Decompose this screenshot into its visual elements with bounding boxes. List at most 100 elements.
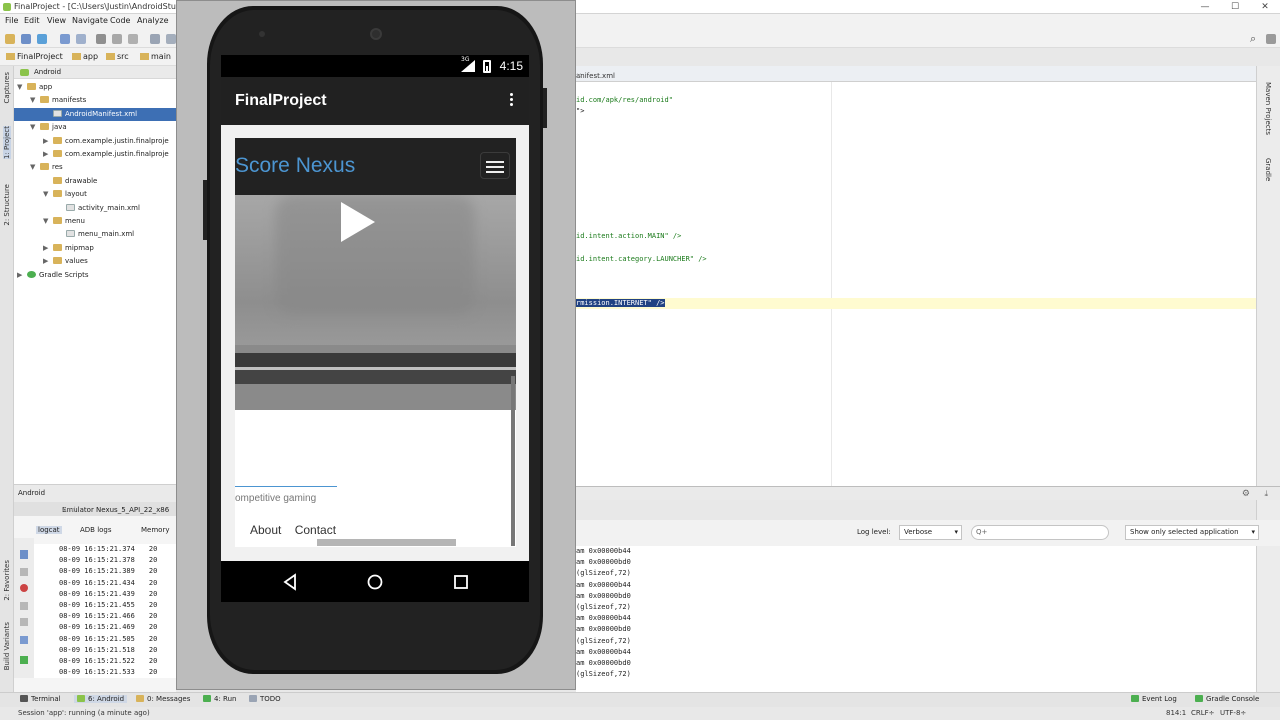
replace-icon[interactable] <box>166 34 176 44</box>
menu-edit[interactable]: Edit <box>24 16 40 25</box>
collapse-arrow-icon[interactable]: ▶ <box>43 242 53 255</box>
tree-node[interactable]: drawable <box>14 175 176 188</box>
restart-icon[interactable] <box>20 656 28 664</box>
toolwindow-terminal[interactable]: Terminal <box>20 695 61 703</box>
scroll-end-icon[interactable] <box>20 568 28 576</box>
home-icon[interactable] <box>366 573 384 591</box>
project-view-selector[interactable]: Android <box>14 66 176 79</box>
close-tab-icon[interactable]: ✕ <box>576 72 582 80</box>
tree-node[interactable]: ▶ values <box>14 255 176 268</box>
vertical-scrollbar[interactable] <box>511 376 515 546</box>
tab-logcat[interactable]: logcat <box>36 526 62 534</box>
device-selector[interactable]: Emulator Nexus_5_API_22_x86 And <box>14 502 176 516</box>
sync-icon[interactable] <box>37 34 47 44</box>
webview[interactable]: Score Nexus ompetitive gaming About Cont… <box>235 138 516 547</box>
expand-arrow-icon[interactable]: ▼ <box>43 188 53 201</box>
recents-icon[interactable] <box>452 573 470 591</box>
settings-gear-icon[interactable]: ⚙ <box>1242 489 1250 499</box>
footer-link-contact[interactable]: Contact <box>295 523 336 537</box>
expand-arrow-icon[interactable]: ▼ <box>30 161 40 174</box>
find-icon[interactable] <box>150 34 160 44</box>
menu-file[interactable]: File <box>5 16 18 25</box>
breadcrumb-project[interactable]: FinalProject <box>6 52 63 61</box>
print-icon[interactable] <box>20 636 28 644</box>
hamburger-menu-icon[interactable] <box>480 152 510 179</box>
hide-panel-icon[interactable]: ⤓ <box>1264 489 1268 499</box>
cut-icon[interactable] <box>96 34 106 44</box>
logcat-search-input[interactable]: Q+ <box>971 525 1109 540</box>
copy-icon[interactable] <box>112 34 122 44</box>
close-icon[interactable]: ✕ <box>1250 0 1280 14</box>
menu-navigate[interactable]: Navigate <box>72 16 108 25</box>
toolwindow-messages[interactable]: 0: Messages <box>136 695 190 703</box>
tab-project[interactable]: 1: Project <box>3 126 11 159</box>
paste-icon[interactable] <box>128 34 138 44</box>
collapse-arrow-icon[interactable]: ▶ <box>43 148 53 161</box>
expand-arrow-icon[interactable]: ▼ <box>30 121 40 134</box>
sdk-manager-icon[interactable] <box>1266 34 1276 44</box>
site-brand[interactable]: Score Nexus <box>235 154 355 178</box>
tree-node[interactable]: ▶ com.example.justin.finalproje <box>14 135 176 148</box>
up-icon[interactable] <box>20 602 28 610</box>
tree-node[interactable]: ▼ layout <box>14 188 176 201</box>
tab-captures[interactable]: Captures <box>3 72 11 103</box>
log-level-select[interactable]: Verbose ▾ <box>899 525 962 540</box>
toolwindow-todo[interactable]: TODO <box>249 695 281 703</box>
clear-log-icon[interactable] <box>20 550 28 559</box>
tab-adb-logs[interactable]: ADB logs <box>80 526 112 534</box>
undo-icon[interactable] <box>60 34 70 44</box>
back-icon[interactable] <box>281 573 299 591</box>
caret-position[interactable]: 814:1 <box>1166 709 1186 717</box>
redo-icon[interactable] <box>76 34 86 44</box>
breadcrumb-app[interactable]: app <box>72 52 98 61</box>
open-folder-icon[interactable] <box>5 34 15 44</box>
tab-structure[interactable]: 2: Structure <box>3 184 11 226</box>
tree-node[interactable]: menu_main.xml <box>14 228 176 241</box>
down-icon[interactable] <box>20 618 28 626</box>
stop-icon[interactable] <box>20 584 28 592</box>
tab-memory[interactable]: Memory <box>141 526 169 534</box>
tree-node[interactable]: ▶ mipmap <box>14 242 176 255</box>
toolwindow-run[interactable]: 4: Run <box>203 695 236 703</box>
code-editor[interactable]: id.com/apk/res/android" "> id.intent.act… <box>576 82 1256 486</box>
toolwindow-android[interactable]: 6: Android <box>74 695 128 703</box>
tree-node[interactable]: ▶ Gradle Scripts <box>14 269 176 282</box>
menu-code[interactable]: Code <box>110 16 130 25</box>
menu-view[interactable]: View <box>47 16 66 25</box>
collapse-arrow-icon[interactable]: ▶ <box>43 255 53 268</box>
collapse-arrow-icon[interactable]: ▶ <box>17 269 27 282</box>
tree-node[interactable]: AndroidManifest.xml <box>14 107 176 121</box>
maximize-icon[interactable]: ☐ <box>1220 0 1250 14</box>
device-screen[interactable]: 3G 4:15 FinalProject Score Nexus ompetit… <box>221 55 529 602</box>
minimize-icon[interactable]: — <box>1190 0 1220 14</box>
toolwindow-event-log[interactable]: Event Log <box>1131 695 1177 703</box>
tab-gradle[interactable]: Gradle <box>1264 158 1272 181</box>
toolwindow-gradle-console[interactable]: Gradle Console <box>1195 695 1259 703</box>
expand-arrow-icon[interactable]: ▼ <box>43 215 53 228</box>
search-everywhere-icon[interactable]: ⌕ <box>1250 32 1256 46</box>
horizontal-scrollbar[interactable] <box>317 539 456 546</box>
tree-node[interactable]: ▼ res <box>14 161 176 174</box>
collapse-arrow-icon[interactable]: ▶ <box>43 135 53 148</box>
tab-build-variants[interactable]: Build Variants <box>3 622 11 670</box>
footer-link-about[interactable]: About <box>250 523 281 537</box>
overflow-menu-icon[interactable] <box>507 93 515 109</box>
tab-favorites[interactable]: 2: Favorites <box>3 560 11 601</box>
tree-node[interactable]: ▼ menu <box>14 215 176 228</box>
tree-node[interactable]: ▼ manifests <box>14 94 176 107</box>
expand-arrow-icon[interactable]: ▼ <box>17 81 27 94</box>
save-icon[interactable] <box>21 34 31 44</box>
line-separator[interactable]: CRLF÷ <box>1191 709 1215 717</box>
menu-analyze[interactable]: Analyze <box>137 16 169 25</box>
tree-node[interactable]: ▶ com.example.justin.finalproje <box>14 148 176 161</box>
tab-maven-projects[interactable]: Maven Projects <box>1264 82 1272 135</box>
tree-node[interactable]: ▼ java <box>14 121 176 134</box>
tree-node[interactable]: ▼ app <box>14 81 176 94</box>
breadcrumb-main[interactable]: main <box>140 52 171 61</box>
play-icon[interactable] <box>335 200 379 244</box>
breadcrumb-src[interactable]: src <box>106 52 129 61</box>
filter-mode-select[interactable]: Show only selected application ▾ <box>1125 525 1259 540</box>
tree-node[interactable]: activity_main.xml <box>14 202 176 215</box>
file-encoding[interactable]: UTF-8÷ <box>1220 709 1246 717</box>
expand-arrow-icon[interactable]: ▼ <box>30 94 40 107</box>
